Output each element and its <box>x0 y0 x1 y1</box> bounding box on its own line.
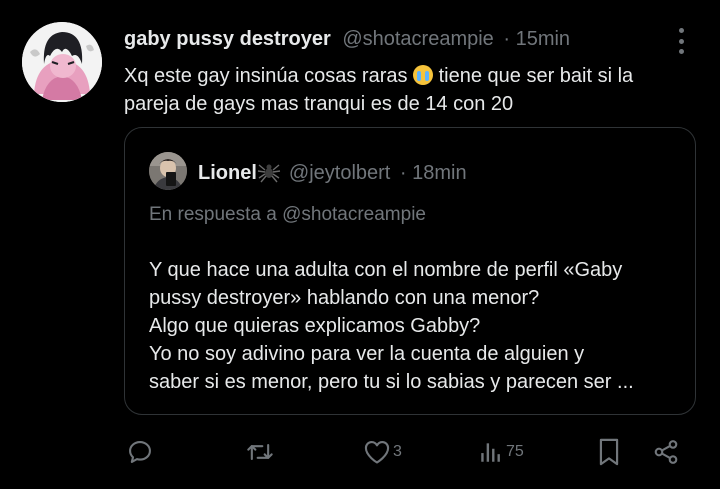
repost-button[interactable] <box>244 430 276 474</box>
quoted-text-line: pussy destroyer» hablando con una menor? <box>149 287 540 309</box>
quoted-text-line: Algo que quieras explicamos Gabby? <box>149 315 481 337</box>
quoted-text-line: Y que hace una adulta con el nombre de p… <box>149 259 623 281</box>
quoted-author-handle[interactable]: @jeytolbert <box>289 162 390 184</box>
reply-button[interactable] <box>126 430 154 474</box>
like-button[interactable]: 3 <box>363 430 402 474</box>
quoted-author-name[interactable]: Lionel <box>198 162 257 184</box>
author-name[interactable]: gaby pussy destroyer <box>124 28 331 50</box>
reply-icon <box>129 441 151 463</box>
post-text-part1: Xq este gay insinúa cosas raras <box>124 65 408 87</box>
bookmark-icon <box>599 438 619 466</box>
post-text: Xq este gay insinúa cosas raras tiene qu… <box>124 62 684 118</box>
views-button[interactable]: 75 <box>478 430 524 474</box>
quoted-author-avatar[interactable] <box>149 152 187 190</box>
reply-to-label: En respuesta a @shotacreampie <box>149 204 426 225</box>
author-handle[interactable]: @shotacreampie <box>342 28 493 50</box>
post-time[interactable]: · 15min <box>503 28 570 50</box>
spider-icon <box>257 164 280 183</box>
author-avatar[interactable] <box>22 22 102 102</box>
share-icon <box>654 440 678 464</box>
quoted-post-time[interactable]: · 18min <box>400 162 467 184</box>
action-bar: 3 75 <box>0 430 720 474</box>
heart-icon <box>364 441 390 464</box>
like-count: 3 <box>393 443 402 460</box>
share-button[interactable] <box>652 430 680 474</box>
quoted-post-header: Lionel @jeytolbert · 18min <box>198 160 467 186</box>
repost-icon <box>247 443 273 461</box>
views-icon <box>481 443 500 462</box>
crying-face-icon <box>413 65 434 85</box>
post[interactable]: gaby pussy destroyer @shotacreampie · 15… <box>0 0 720 489</box>
quoted-text-line: Yo no soy adivino para ver la cuenta de … <box>149 343 585 365</box>
more-options-icon[interactable] <box>670 26 692 56</box>
quoted-post-text: Y que hace una adulta con el nombre de p… <box>149 256 679 396</box>
quoted-post[interactable]: Lionel @jeytolbert · 18min En respuesta … <box>124 127 696 415</box>
bookmark-button[interactable] <box>596 430 622 474</box>
quoted-text-line: saber si es menor, pero tu si lo sabias … <box>149 371 634 393</box>
post-header: gaby pussy destroyer @shotacreampie · 15… <box>124 26 664 52</box>
views-count: 75 <box>506 443 524 460</box>
